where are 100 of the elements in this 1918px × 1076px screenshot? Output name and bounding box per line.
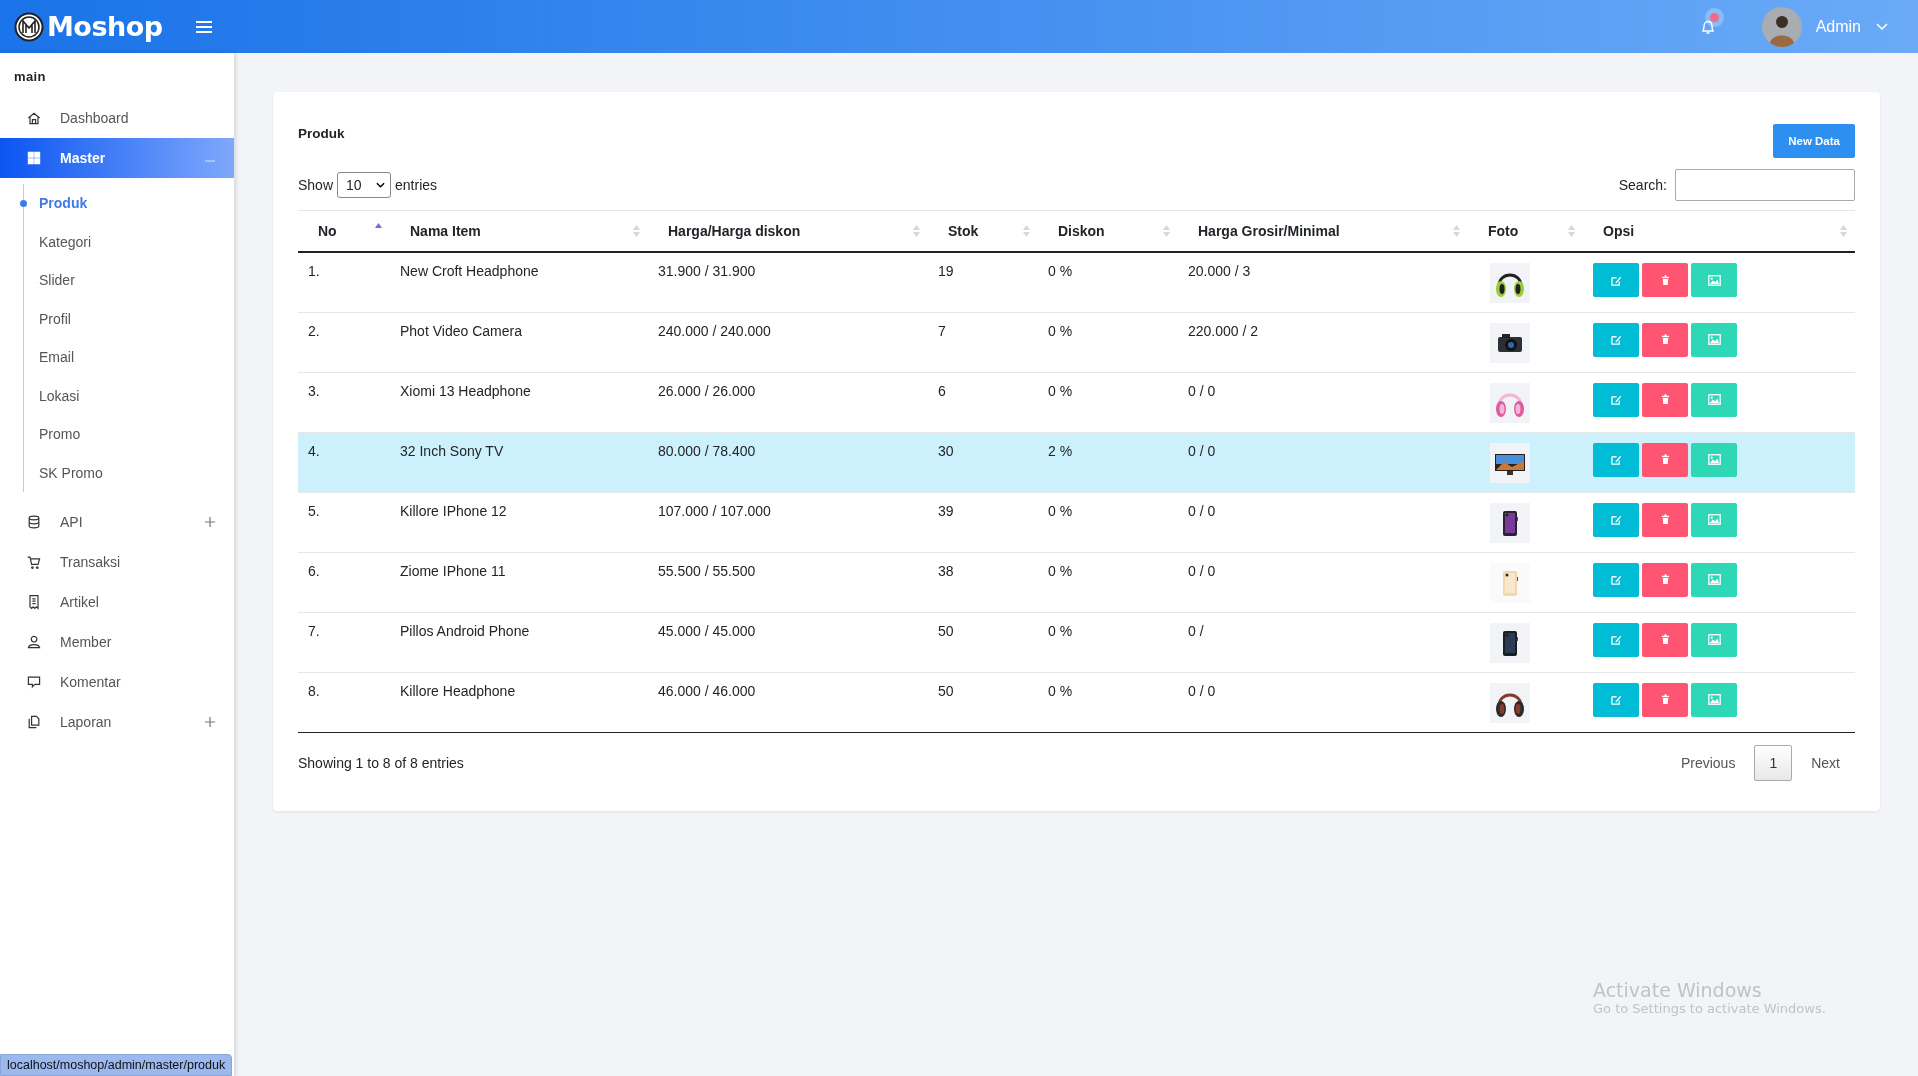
- image-button[interactable]: [1691, 682, 1737, 717]
- pagination-button[interactable]: Previous: [1665, 744, 1751, 781]
- submenu-item[interactable]: Kategori: [24, 222, 234, 261]
- table-cell: 31.900 / 31.900: [658, 263, 756, 279]
- image-button[interactable]: [1691, 382, 1737, 417]
- search-field[interactable]: [1675, 169, 1855, 201]
- image-button[interactable]: [1691, 502, 1737, 537]
- submenu-item[interactable]: Promo: [24, 415, 234, 454]
- column-header[interactable]: Diskon: [1038, 210, 1178, 252]
- image-button[interactable]: [1691, 622, 1737, 657]
- table-cell: 0 %: [1048, 562, 1073, 579]
- delete-button[interactable]: [1642, 382, 1688, 417]
- table-info: Showing 1 to 8 of 8 entries: [298, 754, 464, 771]
- selected-row[interactable]: 4. 32 Inch Sony TV 80.000 / 78.400 30 2 % 0 / 0: [298, 432, 1855, 492]
- table-cell: 107.000 / 107.000: [658, 502, 771, 519]
- table-row[interactable]: 1. New Croft Headphone 31.900 / 31.900 19 0 % 20.000 / 3: [298, 252, 1855, 312]
- table-cell: 0 / 0: [1188, 442, 1216, 459]
- table-cell: Phot Video Camera: [400, 322, 522, 339]
- table-cell: 5.: [308, 502, 320, 519]
- delete-button[interactable]: [1642, 682, 1688, 717]
- avatar[interactable]: [1761, 6, 1802, 47]
- table-cell: New Croft Headphone: [400, 263, 539, 279]
- edit-button[interactable]: [1593, 263, 1639, 297]
- delete-button[interactable]: [1642, 502, 1688, 537]
- sidebar-item[interactable]: Komentar: [0, 662, 234, 702]
- image-icon: [1707, 694, 1721, 705]
- edit-button[interactable]: [1593, 682, 1639, 717]
- edit-icon: [1610, 574, 1622, 585]
- edit-button[interactable]: [1593, 442, 1639, 477]
- trash-icon: [1660, 574, 1670, 585]
- expand-icon[interactable]: [204, 516, 216, 528]
- pagination-button[interactable]: Next: [1796, 744, 1855, 781]
- sidebar-item[interactable]: Transaksi: [0, 542, 234, 582]
- column-header[interactable]: Stok: [928, 210, 1038, 252]
- edit-icon: [1610, 514, 1622, 525]
- sidebar-item[interactable]: Member: [0, 622, 234, 662]
- submenu-item[interactable]: Email: [24, 338, 234, 377]
- table-cell: 7: [938, 322, 946, 339]
- delete-button[interactable]: [1642, 562, 1688, 597]
- column-header[interactable]: Foto: [1468, 210, 1583, 252]
- column-header[interactable]: Opsi: [1583, 210, 1855, 252]
- table-row[interactable]: 3. Xiomi 13 Headphone 26.000 / 26.000 6 0 % 0 / 0: [298, 372, 1855, 432]
- submenu-item[interactable]: Profil: [24, 299, 234, 338]
- sidebar-item[interactable]: Artikel: [0, 582, 234, 622]
- column-header[interactable]: Harga Grosir/Minimal: [1178, 210, 1468, 252]
- image-button[interactable]: [1691, 322, 1737, 357]
- sidebar-item[interactable]: Dashboard: [0, 98, 234, 138]
- trash-icon: [1660, 334, 1670, 345]
- edit-icon: [1610, 634, 1622, 645]
- delete-button[interactable]: [1642, 263, 1688, 297]
- table-row[interactable]: 6. Ziome IPhone 11 55.500 / 55.500 38 0 % 0 / 0: [298, 552, 1855, 612]
- submenu-item[interactable]: Lokasi: [24, 376, 234, 415]
- expand-icon[interactable]: [204, 716, 216, 728]
- trash-icon: [1660, 274, 1670, 286]
- table-cell: 45.000 / 45.000: [658, 622, 756, 639]
- column-header[interactable]: Nama Item: [390, 210, 648, 252]
- table-cell: 26.000 / 26.000: [658, 382, 756, 399]
- pagination-button[interactable]: 1: [1754, 744, 1793, 781]
- table-cell: 6.: [308, 562, 320, 579]
- sidebar-section-label: main: [13, 68, 47, 86]
- table-row[interactable]: 2. Phot Video Camera 240.000 / 240.000 7 0 % 220.000 / 2: [298, 312, 1855, 372]
- cart-icon: [26, 554, 42, 570]
- submenu-item[interactable]: Slider: [24, 261, 234, 300]
- table-cell: 4.: [308, 442, 320, 459]
- table-cell: 0 /: [1188, 622, 1204, 639]
- chevron-down-icon[interactable]: [1876, 22, 1888, 31]
- image-button[interactable]: [1691, 562, 1737, 597]
- entries-select[interactable]: 10: [337, 172, 392, 198]
- table-cell: 20.000 / 3: [1188, 263, 1251, 279]
- edit-button[interactable]: [1593, 322, 1639, 357]
- card-title: Produk: [298, 125, 345, 141]
- edit-button[interactable]: [1593, 382, 1639, 417]
- edit-button[interactable]: [1593, 502, 1639, 537]
- status-url: localhost/moshop/admin/master/produk: [0, 1054, 233, 1076]
- delete-button[interactable]: [1642, 322, 1688, 357]
- table-cell: 7.: [308, 622, 320, 639]
- menu-icon[interactable]: [196, 19, 212, 34]
- image-button[interactable]: [1691, 263, 1737, 297]
- image-icon: [1707, 274, 1721, 286]
- edit-button[interactable]: [1593, 622, 1639, 657]
- table-cell: 1.: [308, 263, 320, 279]
- edit-button[interactable]: [1593, 562, 1639, 597]
- table-row[interactable]: 5. Killore IPhone 12 107.000 / 107.000 39 0 % 0 / 0: [298, 492, 1855, 552]
- sidebar-item[interactable]: Master: [0, 138, 234, 178]
- delete-button[interactable]: [1642, 622, 1688, 657]
- table-row[interactable]: 7. Pillos Android Phone 45.000 / 45.000 50 0 % 0 /: [298, 612, 1855, 672]
- trash-icon: [1660, 694, 1670, 705]
- table-row[interactable]: 8. Killore Headphone 46.000 / 46.000 50 0 % 0 / 0: [298, 672, 1855, 732]
- table-cell: 0 %: [1048, 263, 1073, 279]
- image-button[interactable]: [1691, 442, 1737, 477]
- edit-icon: [1610, 454, 1622, 465]
- column-header[interactable]: Harga/Harga diskon: [648, 210, 928, 252]
- table-cell: Killore IPhone 12: [400, 502, 507, 519]
- sidebar-item[interactable]: Laporan: [0, 702, 234, 742]
- delete-button[interactable]: [1642, 442, 1688, 477]
- notification-bell-icon[interactable]: [1699, 18, 1716, 35]
- submenu-item[interactable]: SK Promo: [24, 453, 234, 492]
- column-header[interactable]: No: [298, 210, 390, 252]
- edit-icon: [1610, 394, 1622, 405]
- sidebar-item[interactable]: API: [0, 502, 234, 542]
